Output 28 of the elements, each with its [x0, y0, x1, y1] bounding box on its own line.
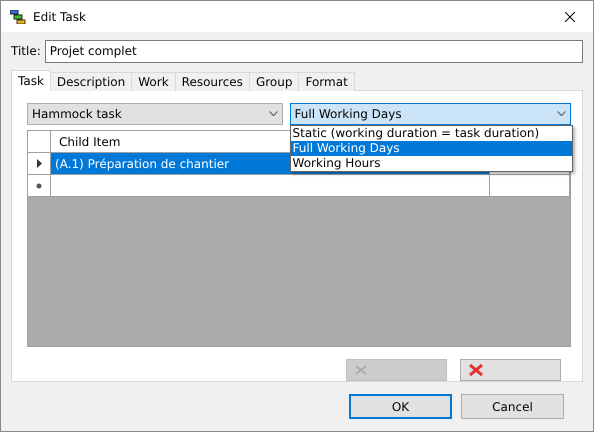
- tab[interactable]: Resources: [174, 72, 250, 91]
- new-row-icon: [36, 182, 42, 188]
- window-title: Edit Task: [33, 10, 87, 24]
- tab[interactable]: Task: [11, 70, 51, 91]
- tab[interactable]: Group: [248, 72, 300, 91]
- dropdown-option[interactable]: Working Hours: [290, 156, 572, 171]
- tab[interactable]: Description: [50, 72, 132, 91]
- chevron-down-icon: [557, 111, 566, 117]
- title-input-field[interactable]: Projet complet: [44, 40, 583, 62]
- gantt-bars-icon: [10, 10, 26, 24]
- close-icon: [565, 12, 575, 22]
- dropdown-option[interactable]: Full Working Days: [290, 141, 572, 156]
- row-header[interactable]: [28, 153, 51, 175]
- row-pointer-icon: [36, 159, 42, 168]
- row-header[interactable]: [28, 175, 51, 197]
- panel-button[interactable]: [460, 359, 561, 381]
- title-label: Title:: [11, 44, 41, 58]
- tab[interactable]: Format: [298, 72, 355, 91]
- tab[interactable]: Work: [131, 72, 176, 91]
- table-cell[interactable]: [490, 175, 570, 197]
- table-cell[interactable]: [51, 175, 490, 197]
- dialog-button[interactable]: Cancel: [461, 394, 564, 419]
- cross-icon: [469, 364, 483, 376]
- task-type-dropdown[interactable]: Hammock task: [27, 103, 283, 125]
- dropdown-option[interactable]: Static (working duration = task duration): [290, 126, 572, 141]
- cross-icon: [355, 365, 367, 375]
- chevron-down-icon: [268, 111, 278, 117]
- dialog-button[interactable]: OK: [349, 394, 452, 419]
